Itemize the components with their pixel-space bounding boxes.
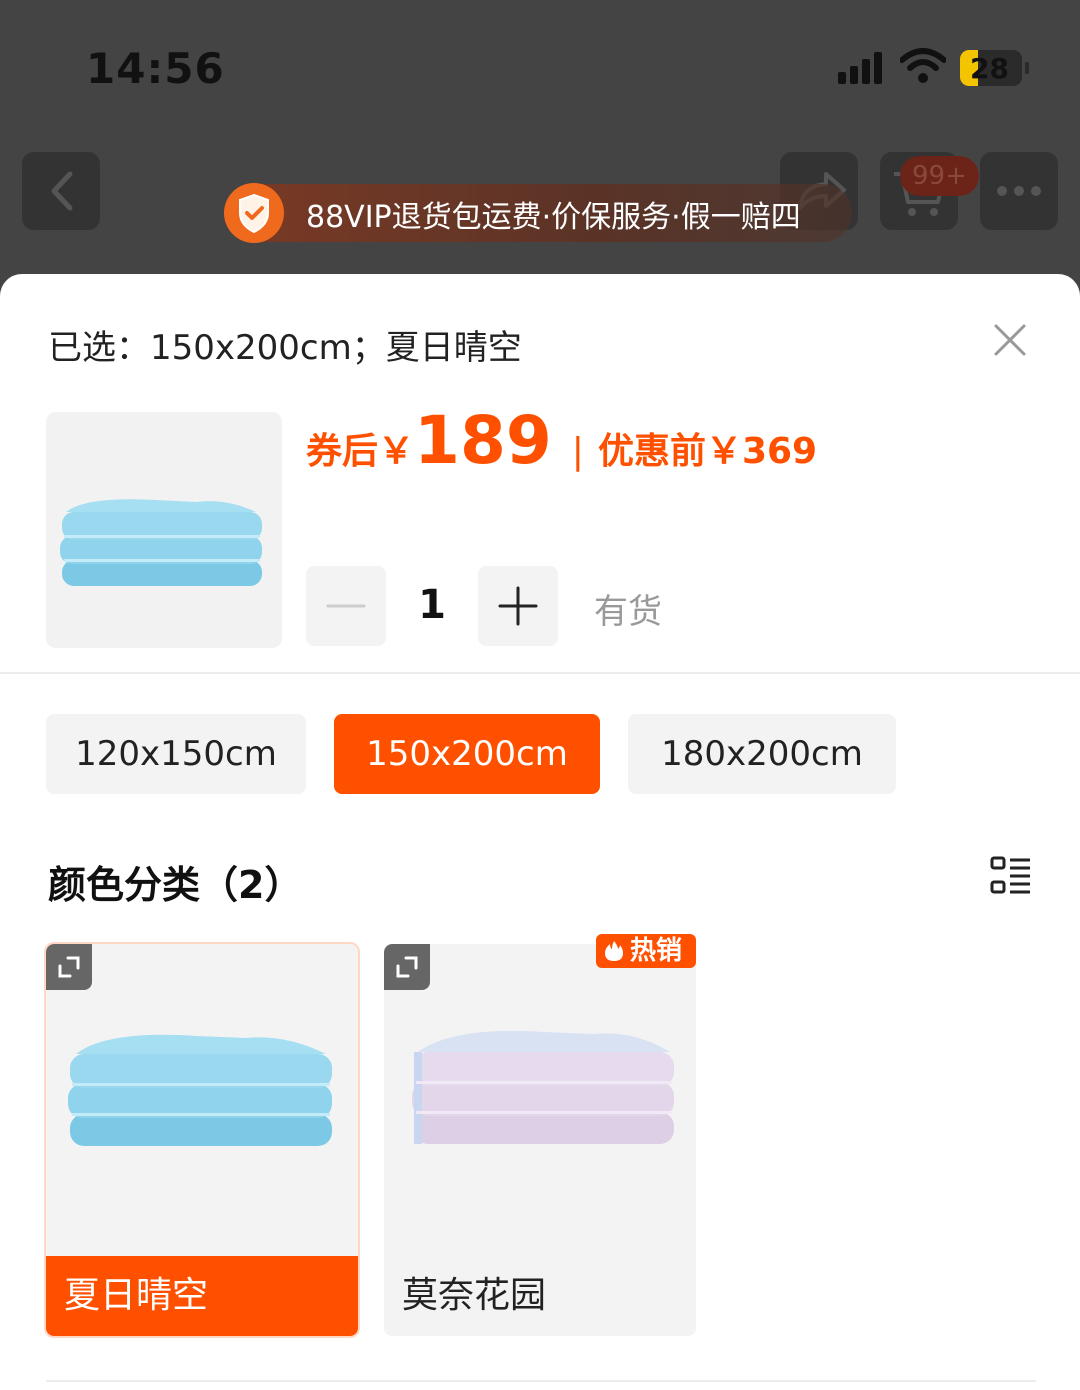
minus-icon [326,604,366,608]
color-option-label: 莫奈花园 [402,1275,547,1316]
divider [0,672,1080,674]
close-icon[interactable] [992,322,1028,358]
quantity-value[interactable]: 1 [400,582,464,628]
back-button[interactable] [22,152,100,230]
size-option-180x200[interactable]: 180x200cm [628,714,896,794]
dimmed-page-header: 14:56 28 99+ 88VIP退货包运费·价保服务·假一赔四 [0,0,1080,290]
product-thumbnail[interactable] [46,412,282,648]
expand-icon[interactable] [384,944,430,990]
coupon-price-value: 189 [414,402,552,479]
color-option-summer-sky[interactable]: 夏日晴空 [44,942,360,1338]
shield-check-icon [224,183,284,243]
back-icon [51,171,73,211]
expand-icon[interactable] [46,944,92,990]
hot-sale-badge: 热销 [596,934,696,968]
list-view-icon[interactable] [990,856,1032,896]
color-option-label: 夏日晴空 [46,1256,358,1336]
battery-level: 28 [970,52,1009,85]
original-price: 优惠前￥369 [597,431,818,472]
hot-sale-text: 热销 [630,936,683,966]
sku-selector-sheet: 已选：150x200cm；夏日晴空 券后￥189 | 优惠前￥369 1 有货 12… [0,274,1080,1390]
vip-banner-text: 88VIP退货包运费·价保服务·假一赔四 [306,200,801,235]
fire-icon [605,941,623,961]
color-section-title: 颜色分类（2） [48,863,303,907]
more-button[interactable] [980,152,1058,230]
price-separator: | [571,431,584,472]
color-option-monet-garden[interactable]: 莫奈花园 [384,944,696,1336]
stock-status: 有货 [594,592,662,632]
wifi-icon [900,48,946,83]
plus-icon [498,586,538,626]
quantity-increase-button[interactable] [478,566,558,646]
divider [46,1380,1036,1382]
quantity-decrease-button[interactable] [306,566,386,646]
cart-count-badge: 99+ [900,156,979,196]
size-option-120x150[interactable]: 120x150cm [46,714,306,794]
price-row: 券后￥189 | 优惠前￥369 [306,402,817,479]
coupon-price-label: 券后￥ [306,431,415,472]
vip-service-banner[interactable]: 88VIP退货包运费·价保服务·假一赔四 [224,183,852,243]
status-time: 14:56 [86,44,225,93]
selected-summary: 已选：150x200cm；夏日晴空 [48,328,522,368]
size-option-150x200[interactable]: 150x200cm [334,714,600,794]
more-icon [997,186,1041,196]
cellular-signal-icon [838,52,886,84]
battery-indicator: 28 [960,50,1029,86]
